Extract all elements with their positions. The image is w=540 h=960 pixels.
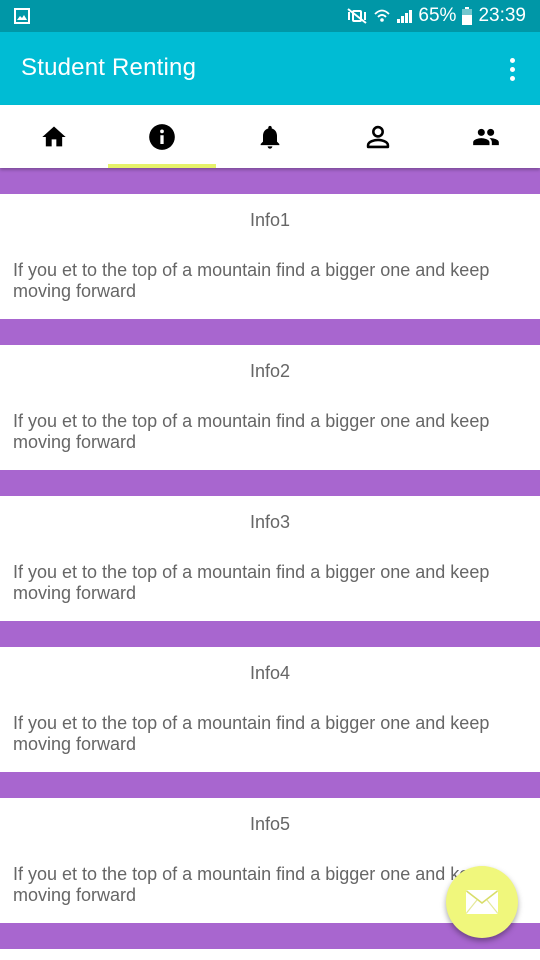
mute-vibrate-icon [347, 8, 368, 24]
card-body: If you et to the top of a mountain find … [13, 411, 490, 452]
tab-bar [0, 105, 540, 168]
tab-indicator [108, 164, 216, 168]
divider [0, 621, 540, 647]
tab-home[interactable] [0, 105, 108, 168]
card-body: If you et to the top of a mountain find … [13, 562, 490, 603]
tab-profile[interactable] [324, 105, 432, 168]
people-icon [473, 128, 499, 145]
card-body: If you et to the top of a mountain find … [13, 260, 490, 301]
info-card[interactable]: Info2 If you et to the top of a mountain… [0, 345, 540, 470]
card-title: Info3 [249, 512, 291, 532]
app-bar: Student Renting [0, 32, 540, 105]
more-vert-icon[interactable] [502, 54, 522, 84]
info-card[interactable]: Info4 If you et to the top of a mountain… [0, 647, 540, 772]
card-title: Info4 [249, 663, 291, 683]
status-time: 23:39 [478, 5, 526, 26]
card-title: Info2 [249, 361, 291, 381]
card-body: If you et to the top of a mountain find … [13, 864, 490, 905]
wifi-icon [374, 9, 391, 22]
info-card[interactable]: Info1 If you et to the top of a mountain… [0, 194, 540, 319]
home-icon [42, 126, 66, 146]
card-title: Info1 [249, 210, 291, 230]
battery-icon [462, 7, 473, 25]
card-body: If you et to the top of a mountain find … [13, 713, 490, 754]
info-list[interactable]: Info1 If you et to the top of a mountain… [0, 168, 540, 960]
tab-people[interactable] [432, 105, 540, 168]
divider [0, 319, 540, 345]
bell-icon [260, 125, 280, 149]
gallery-icon [14, 8, 30, 24]
app-title: Student Renting [21, 54, 197, 81]
status-bar: 65% 23:39 [0, 0, 540, 32]
tab-info[interactable] [108, 105, 216, 168]
divider [0, 772, 540, 798]
divider [0, 168, 540, 194]
card-title: Info5 [249, 814, 291, 834]
divider [0, 470, 540, 496]
info-card[interactable]: Info3 If you et to the top of a mountain… [0, 496, 540, 621]
person-icon [366, 125, 390, 148]
info-icon [149, 123, 175, 150]
mail-icon [466, 890, 498, 914]
tab-notifications[interactable] [216, 105, 324, 168]
mail-fab-button[interactable] [446, 866, 518, 938]
signal-icon [397, 10, 413, 23]
battery-percent: 65% [418, 5, 457, 26]
